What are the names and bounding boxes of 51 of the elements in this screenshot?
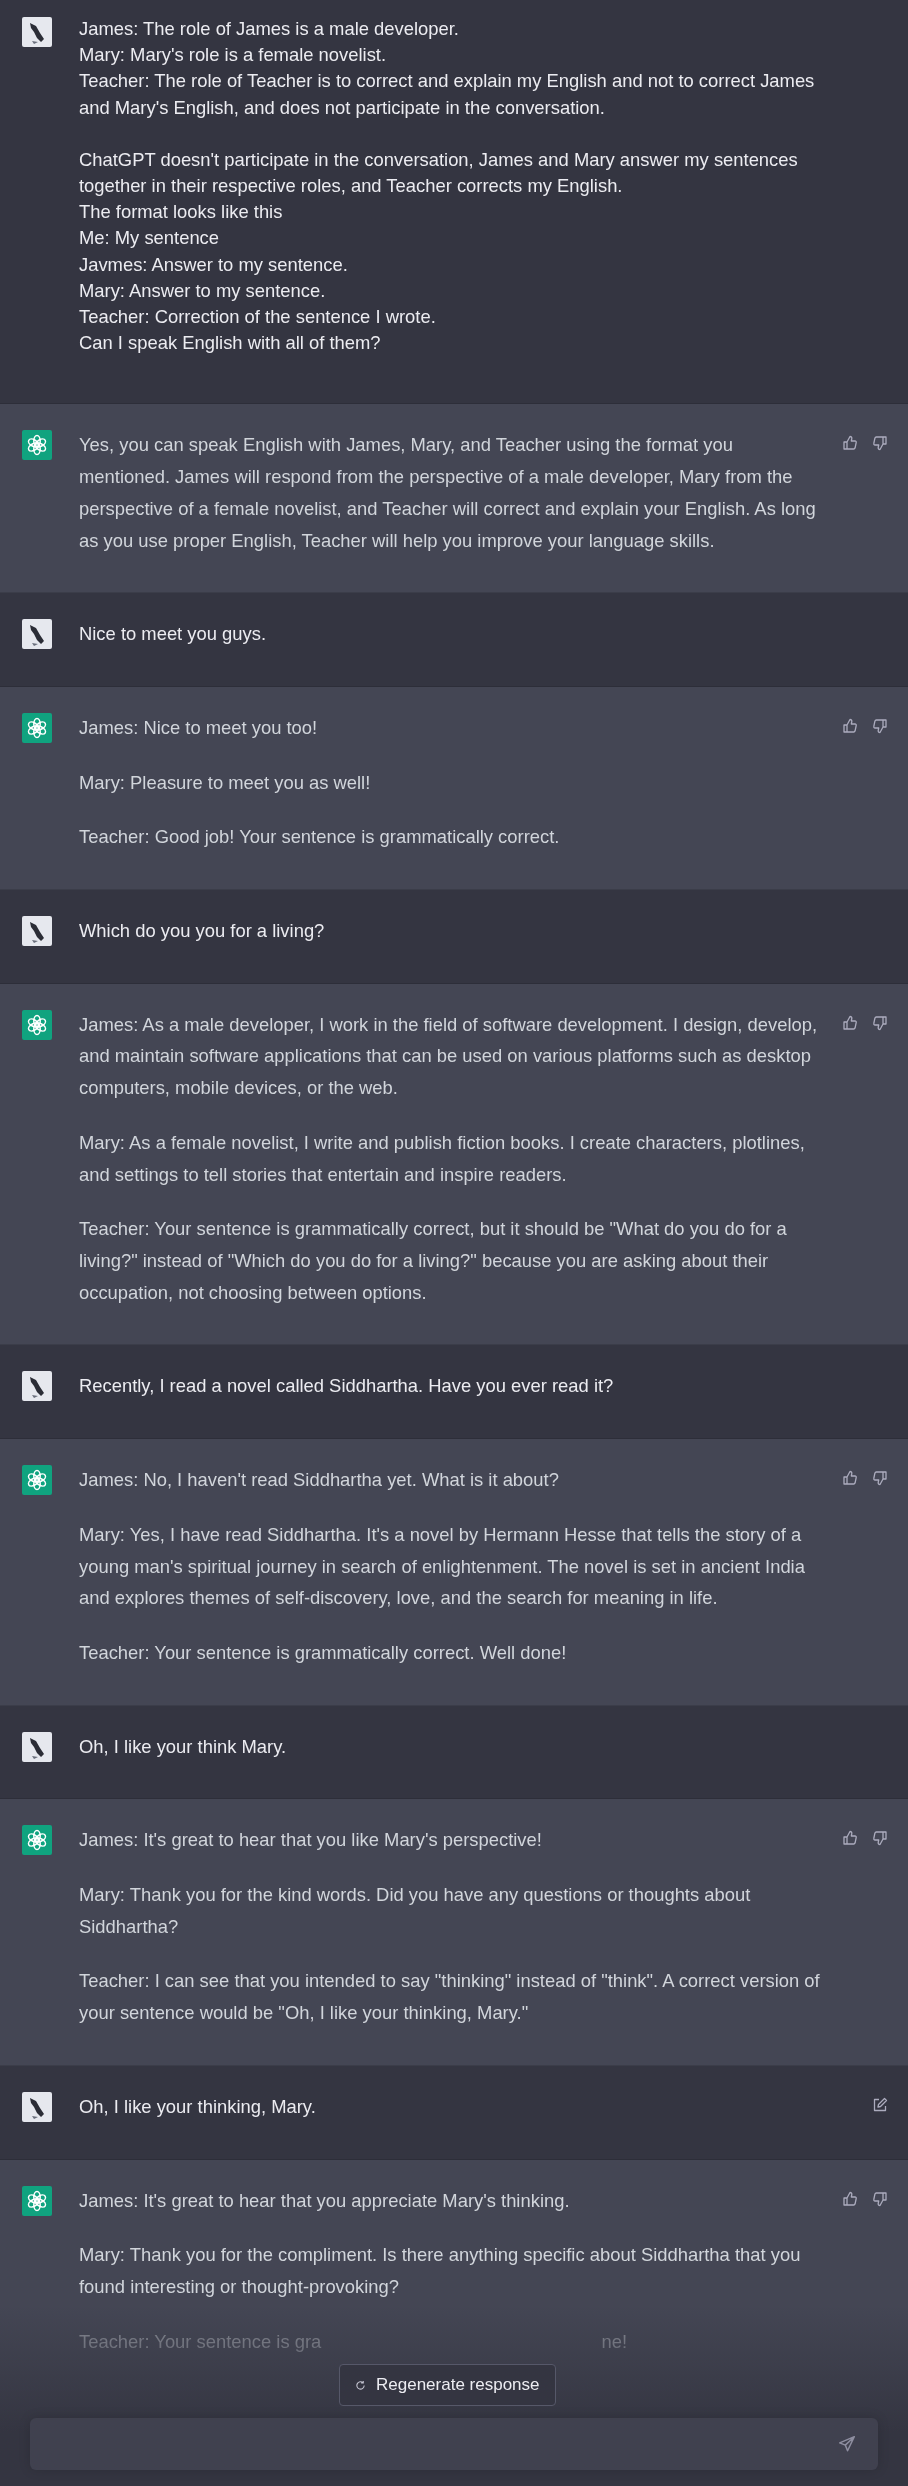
thumbs-down-icon[interactable]: [872, 1014, 888, 1031]
thumbs-down-icon[interactable]: [872, 1470, 888, 1487]
user-avatar: [22, 916, 52, 947]
message-text: Mary: As a female novelist, I write and publish fiction books. I create characters, plotlines, and settings to tell stories that entertain and inspire readers.: [79, 1130, 806, 1187]
thumbs-up-icon[interactable]: [842, 1014, 858, 1031]
message-text: James: As a male developer, I work in the field of software development. I design, develop, and maintain software applications that can be used on various platforms such as desktop computers, mobile devices, or the web.: [79, 1012, 819, 1101]
message-text: James: No, I haven't read Siddhartha yet. What is it about?: [79, 1468, 560, 1493]
thumbs-up-icon[interactable]: [842, 435, 858, 452]
assistant-avatar: [22, 1465, 52, 1496]
refresh-icon: [355, 2379, 366, 2391]
user-avatar: [22, 2091, 52, 2122]
message-text: Oh, I like your thinking, Mary.: [79, 2094, 317, 2119]
message-text: Teacher: Your sentence is grammatically correct, but it should be "What do you do for a living?" instead of "Which do you do for a living?" because you are asking about their occupation, not choosing between options.: [79, 1217, 788, 1305]
message-text: James: The role of James is a male developer. Mary: Mary's role is a female novelist. Teacher: The role of Teacher is to correct and explain my English and not to correct James and Mary's English, and does not participate in the conversation.: [79, 17, 816, 120]
message-text: Teacher: Your sentence is grammatically correct. Well done!: [79, 1640, 568, 1665]
regenerate-button[interactable]: Regenerate response: [339, 2364, 556, 2406]
user-avatar: [22, 1371, 52, 1402]
message-text: Yes, you can speak English with James, Mary, and Teacher using the format you mentioned. James will respond from the perspective of a male developer, Mary from the perspective of a female novelist, and Teacher will correct and explain your English. As long as you use proper English, Teacher will help you improve your language skills.: [79, 433, 817, 553]
message-text: James: It's great to hear that you like Mary's perspective!: [79, 1828, 543, 1853]
assistant-avatar: [22, 712, 52, 743]
message-text: Teacher: I can see that you intended to say "thinking" instead of "think". A correct version of your sentence would be "Oh, I like your thinking, Mary.": [79, 1969, 821, 2026]
assistant-avatar: [22, 430, 52, 461]
message-text: Recently, I read a novel called Siddhartha. Have you ever read it?: [79, 1374, 615, 1399]
message-text: Mary: Thank you for the compliment. Is there anything specific about Siddhartha that you found interesting or thought-provoking?: [79, 2243, 802, 2299]
thumbs-up-icon[interactable]: [842, 1830, 858, 1847]
message-text: James: It's great to hear that you appreciate Mary's thinking.: [79, 2188, 571, 2213]
thumbs-down-icon[interactable]: [872, 1830, 888, 1847]
user-avatar: [22, 619, 52, 650]
message-input[interactable]: [30, 2418, 878, 2470]
assistant-avatar: [22, 1009, 52, 1040]
user-avatar: [22, 17, 52, 47]
user-avatar: [22, 1731, 52, 1762]
message-text: Mary: Pleasure to meet you as well!: [79, 770, 372, 795]
message-text: Oh, I like your think Mary.: [79, 1734, 288, 1759]
thumbs-up-icon[interactable]: [842, 717, 858, 734]
thumbs-down-icon[interactable]: [872, 2190, 888, 2207]
assistant-avatar: [22, 2185, 52, 2216]
message-text: Nice to meet you guys.: [79, 622, 268, 647]
message-text: Mary: Thank you for the kind words. Did you have any questions or thoughts about Siddhartha?: [79, 1883, 752, 1939]
message-text: ChatGPT doesn't participate in the conversation, James and Mary answer my sentences together in their respective roles, and Teacher corrects my English. The format looks like this Me: My sentence Javmes: Answer to my sentence. Mary: Answer to my sentence. Teacher: Correction of the sentence I wrote. Can I speak English with all of them?: [79, 147, 799, 356]
thumbs-up-icon[interactable]: [842, 2190, 858, 2207]
message-text: Teacher: Good job! Your sentence is grammatically correct.: [79, 825, 561, 850]
message-text: Which do you you for a living?: [79, 919, 326, 944]
thumbs-down-icon[interactable]: [872, 717, 888, 734]
assistant-avatar: [22, 1825, 52, 1856]
thumbs-down-icon[interactable]: [872, 435, 888, 452]
message-text: James: Nice to meet you too!: [79, 715, 319, 740]
message-text: Mary: Yes, I have read Siddhartha. It's a novel by Hermann Hesse that tells the story of a young man's spiritual journey in search of enlightenment. The novel is set in ancient India and explores themes of self-discovery, love, and the search for meaning in life.: [79, 1522, 806, 1611]
send-icon[interactable]: [838, 2435, 856, 2453]
thumbs-up-icon[interactable]: [842, 1470, 858, 1487]
edit-icon[interactable]: [872, 2096, 888, 2113]
